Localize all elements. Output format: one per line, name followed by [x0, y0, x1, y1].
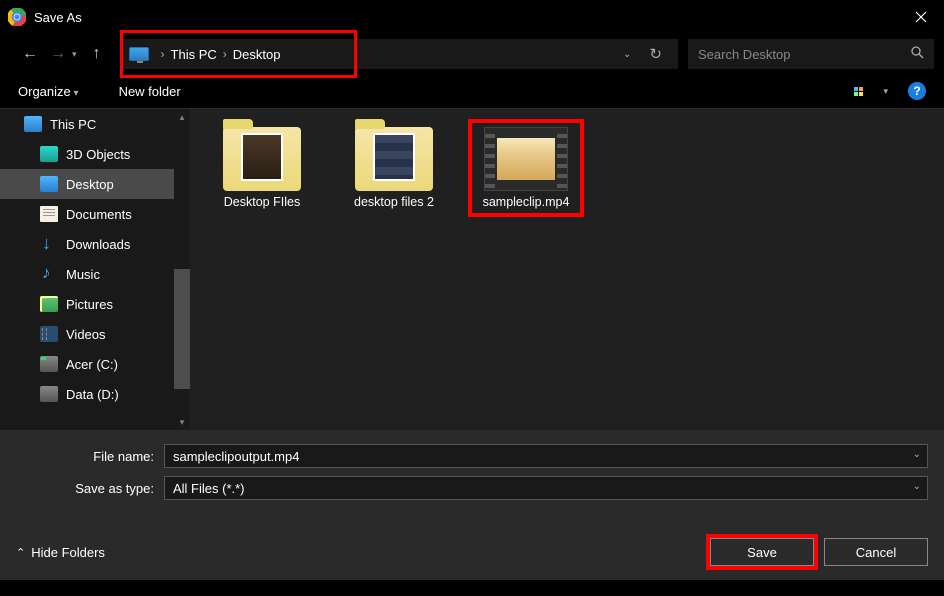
filetype-select[interactable]: All Files (*.*) ⌄	[164, 476, 928, 500]
tree-item-downloads[interactable]: Downloads	[0, 229, 190, 259]
file-label: sampleclip.mp4	[483, 195, 570, 209]
tree-label: Videos	[66, 327, 106, 342]
tree-item-acer-c[interactable]: Acer (C:)	[0, 349, 190, 379]
hide-folders-label: Hide Folders	[31, 545, 105, 560]
tree-label: Pictures	[66, 297, 113, 312]
file-item-folder[interactable]: Desktop FIles	[208, 123, 316, 213]
tree-label: Acer (C:)	[66, 357, 118, 372]
folder-icon	[223, 127, 301, 191]
back-button[interactable]: ←	[18, 42, 42, 66]
toolbar: Organize New folder ▾ ?	[0, 74, 944, 108]
address-bar[interactable]: › This PC › Desktop ⌄ ↻	[123, 39, 678, 69]
file-label: desktop files 2	[354, 195, 434, 209]
scrollbar-thumb[interactable]	[174, 269, 190, 389]
search-icon	[911, 46, 924, 62]
breadcrumb-root[interactable]: This PC	[171, 47, 217, 62]
file-label: Desktop FIles	[224, 195, 300, 209]
tree-item-3d-objects[interactable]: 3D Objects	[0, 139, 190, 169]
filetype-label: Save as type:	[16, 481, 164, 496]
pictures-icon	[40, 296, 58, 312]
downloads-icon	[40, 236, 58, 252]
app-icon	[8, 8, 26, 26]
chevron-down-icon[interactable]: ⌄	[913, 449, 921, 460]
grid-icon	[854, 87, 863, 96]
hide-folders-button[interactable]: ⌃ Hide Folders	[16, 545, 105, 560]
window-title: Save As	[34, 10, 82, 25]
save-label: Save	[747, 545, 777, 560]
documents-icon	[40, 206, 58, 222]
nav-tree: This PC 3D Objects Desktop Documents Dow…	[0, 109, 190, 430]
save-button[interactable]: Save	[710, 538, 814, 566]
desktop-icon	[40, 176, 58, 192]
filetype-value: All Files (*.*)	[173, 481, 245, 496]
tree-item-data-d[interactable]: Data (D:)	[0, 379, 190, 409]
main-area: This PC 3D Objects Desktop Documents Dow…	[0, 108, 944, 430]
music-icon	[40, 266, 58, 282]
chevron-right-icon: ›	[223, 47, 227, 61]
this-pc-icon	[24, 116, 42, 132]
cancel-button[interactable]: Cancel	[824, 538, 928, 566]
scrollbar-up[interactable]: ▴	[174, 109, 190, 125]
filename-value: sampleclipoutput.mp4	[173, 449, 299, 464]
chevron-up-icon: ⌃	[16, 546, 25, 559]
tree-item-documents[interactable]: Documents	[0, 199, 190, 229]
video-file-icon	[484, 127, 568, 191]
videos-icon	[40, 326, 58, 342]
tree-label: Downloads	[66, 237, 130, 252]
scrollbar-down[interactable]: ▾	[174, 414, 190, 430]
tree-label: This PC	[50, 117, 96, 132]
this-pc-icon	[129, 47, 149, 61]
drive-icon	[40, 386, 58, 402]
tree-item-desktop[interactable]: Desktop	[0, 169, 190, 199]
organize-menu[interactable]: Organize	[18, 84, 79, 99]
filename-input[interactable]: sampleclipoutput.mp4 ⌄	[164, 444, 928, 468]
drive-icon	[40, 356, 58, 372]
tree-label: Music	[66, 267, 100, 282]
close-icon	[915, 11, 927, 23]
tree-label: Data (D:)	[66, 387, 119, 402]
filename-label: File name:	[16, 449, 164, 464]
tree-item-videos[interactable]: Videos	[0, 319, 190, 349]
up-button[interactable]: ↑	[85, 42, 109, 66]
address-dropdown[interactable]: ⌄	[615, 49, 639, 60]
file-item-video[interactable]: sampleclip.mp4	[472, 123, 580, 213]
tree-item-music[interactable]: Music	[0, 259, 190, 289]
save-form: File name: sampleclipoutput.mp4 ⌄ Save a…	[0, 430, 944, 518]
chevron-down-icon[interactable]: ⌄	[913, 481, 921, 492]
cancel-label: Cancel	[856, 545, 896, 560]
view-dropdown[interactable]: ▾	[883, 86, 888, 97]
tree-label: Documents	[66, 207, 132, 222]
folder-icon	[355, 127, 433, 191]
file-item-folder[interactable]: desktop files 2	[340, 123, 448, 213]
search-placeholder: Search Desktop	[698, 47, 911, 62]
tree-item-this-pc[interactable]: This PC	[0, 109, 190, 139]
titlebar: Save As	[0, 0, 944, 34]
breadcrumb-current[interactable]: Desktop	[233, 47, 281, 62]
file-list: Desktop FIles desktop files 2 sampleclip…	[190, 109, 944, 430]
refresh-button[interactable]: ↻	[639, 45, 672, 63]
nav-row: ← → ▾ ↑ › This PC › Desktop ⌄ ↻ Search D…	[0, 34, 944, 74]
3d-objects-icon	[40, 146, 58, 162]
chevron-right-icon: ›	[161, 47, 165, 61]
close-button[interactable]	[898, 0, 944, 34]
help-button[interactable]: ?	[908, 82, 926, 100]
tree-item-pictures[interactable]: Pictures	[0, 289, 190, 319]
tree-label: Desktop	[66, 177, 114, 192]
new-folder-button[interactable]: New folder	[119, 84, 181, 99]
forward-button[interactable]: →	[46, 42, 70, 66]
view-options-button[interactable]	[849, 82, 867, 100]
recent-locations-button[interactable]: ▾	[72, 49, 77, 60]
footer: ⌃ Hide Folders Save Cancel	[0, 518, 944, 580]
search-input[interactable]: Search Desktop	[688, 39, 934, 69]
tree-label: 3D Objects	[66, 147, 130, 162]
